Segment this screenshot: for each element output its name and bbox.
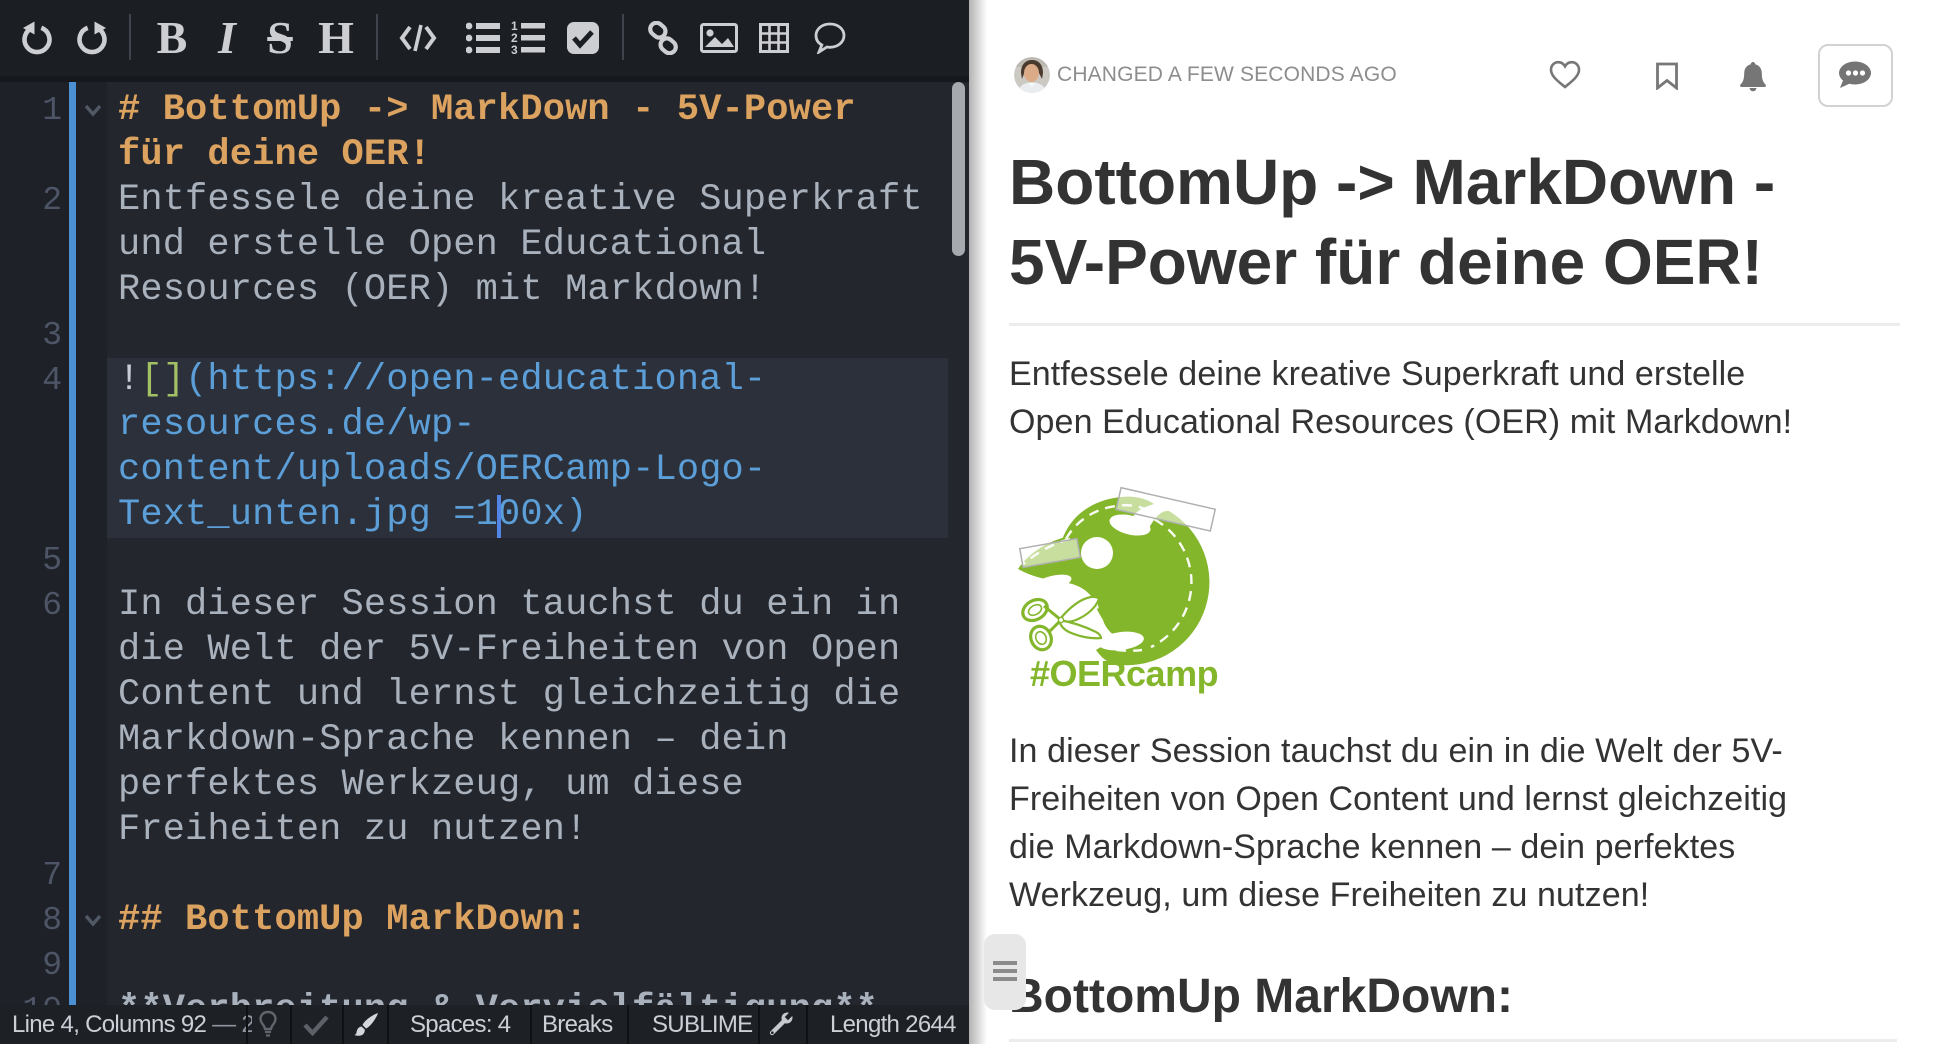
svg-text:3: 3 bbox=[511, 43, 518, 55]
